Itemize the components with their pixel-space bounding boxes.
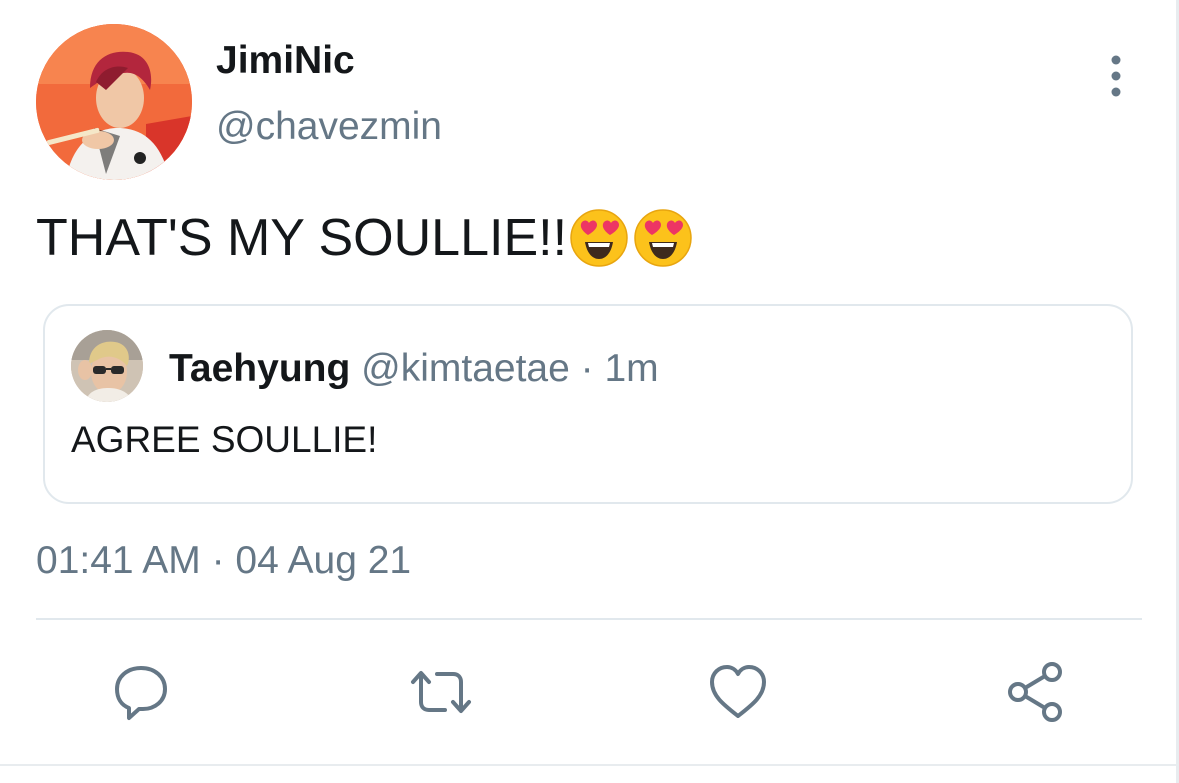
quoted-text: AGREE SOULLIE! xyxy=(71,419,378,460)
quoted-avatar-image xyxy=(71,330,143,402)
share-icon xyxy=(1008,662,1062,722)
bottom-border xyxy=(0,764,1179,766)
author-display-name[interactable]: JimiNic xyxy=(216,38,355,84)
more-options-button[interactable] xyxy=(1096,54,1136,98)
heart-eyes-emoji-icon xyxy=(634,209,692,267)
retweet-icon xyxy=(411,671,471,713)
reply-button[interactable] xyxy=(109,660,173,724)
author-handle[interactable]: @chavezmin xyxy=(216,104,442,150)
share-button[interactable] xyxy=(1004,660,1068,724)
divider xyxy=(36,618,1142,620)
like-button[interactable] xyxy=(706,660,770,724)
emoji-group xyxy=(569,208,693,268)
reply-icon xyxy=(115,666,167,720)
author-avatar[interactable] xyxy=(36,24,192,180)
heart-eyes-emoji-icon xyxy=(570,209,628,267)
tweet-timestamp[interactable]: 01:41 AM · 04 Aug 21 xyxy=(36,538,411,584)
tweet-card: JimiNic @chavezmin THAT'S MY SOULLIE!! T… xyxy=(0,0,1179,783)
retweet-button[interactable] xyxy=(409,660,473,724)
like-icon xyxy=(710,665,766,718)
quoted-display-name[interactable]: Taehyung xyxy=(169,347,350,390)
quoted-tweet[interactable]: Taehyung @kimtaetae · 1m AGREE SOULLIE! xyxy=(43,304,1133,504)
quoted-header: Taehyung @kimtaetae · 1m xyxy=(169,346,659,392)
author-avatar-image xyxy=(36,24,192,180)
tweet-body: THAT'S MY SOULLIE!! xyxy=(36,208,693,268)
more-vertical-icon xyxy=(1111,55,1121,97)
tweet-text: THAT'S MY SOULLIE!! xyxy=(36,209,568,267)
quoted-author-avatar[interactable] xyxy=(71,330,143,402)
quoted-handle-time: @kimtaetae · 1m xyxy=(350,347,659,390)
